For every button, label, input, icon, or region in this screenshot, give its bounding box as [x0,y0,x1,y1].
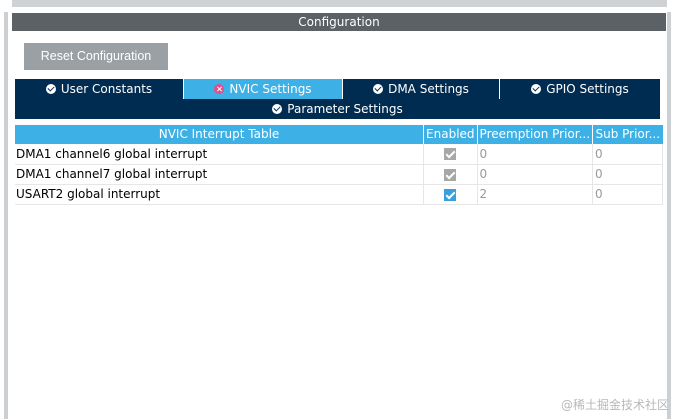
tab-parameter-settings[interactable]: Parameter Settings [15,99,660,119]
column-header-enabled[interactable]: Enabled [423,125,478,144]
enabled-checkbox[interactable] [444,168,457,181]
check-circle-icon [272,104,283,114]
sub-priority-cell[interactable]: 0 [592,184,663,205]
table-row[interactable]: USART2 global interrupt 2 0 [15,184,663,205]
panel-title: Configuration [12,13,666,31]
reset-configuration-button[interactable]: Reset Configuration [24,43,168,70]
tab-gpio-settings[interactable]: GPIO Settings [500,79,660,99]
check-circle-icon [531,84,542,94]
configuration-frame [4,12,671,419]
column-header-sub-priority[interactable]: Sub Prior... [592,125,663,144]
interrupt-name: USART2 global interrupt [15,184,425,205]
tab-user-constants[interactable]: User Constants [15,79,184,99]
x-circle-icon [214,84,225,94]
table-row[interactable]: DMA1 channel7 global interrupt 0 0 [15,164,663,185]
tab-label: NVIC Settings [229,82,312,96]
table-row[interactable]: DMA1 channel6 global interrupt 0 0 [15,144,663,165]
top-strip [0,0,675,12]
preemption-priority-cell[interactable]: 0 [477,144,594,165]
table-header-row: NVIC Interrupt Table Enabled Preemption … [15,125,663,144]
enabled-checkbox[interactable] [444,188,457,201]
preemption-priority-cell[interactable]: 2 [477,184,594,205]
enabled-cell [423,144,478,165]
tab-label: Parameter Settings [287,102,403,116]
enabled-cell [423,164,478,185]
tab-dma-settings[interactable]: DMA Settings [343,79,500,99]
tab-label: DMA Settings [388,82,469,96]
sub-priority-cell[interactable]: 0 [592,164,663,185]
check-circle-icon [45,84,56,94]
tab-nvic-settings[interactable]: NVIC Settings [184,79,343,99]
enabled-cell [423,184,478,205]
nvic-interrupt-table: NVIC Interrupt Table Enabled Preemption … [15,125,663,205]
column-header-interrupt[interactable]: NVIC Interrupt Table [15,125,425,144]
tab-label: User Constants [60,82,153,96]
watermark: @稀土掘金技术社区 [560,398,669,412]
column-header-preemption-priority[interactable]: Preemption Prior... [477,125,594,144]
preemption-priority-cell[interactable]: 0 [477,164,594,185]
interrupt-name: DMA1 channel7 global interrupt [15,164,425,185]
sub-priority-cell[interactable]: 0 [592,144,663,165]
tab-bar: User Constants NVIC Settings DMA Setting… [15,79,660,99]
interrupt-name: DMA1 channel6 global interrupt [15,144,425,165]
tab-label: GPIO Settings [546,82,629,96]
check-circle-icon [373,84,384,94]
enabled-checkbox[interactable] [444,148,457,161]
top-strip-bar [12,0,667,7]
